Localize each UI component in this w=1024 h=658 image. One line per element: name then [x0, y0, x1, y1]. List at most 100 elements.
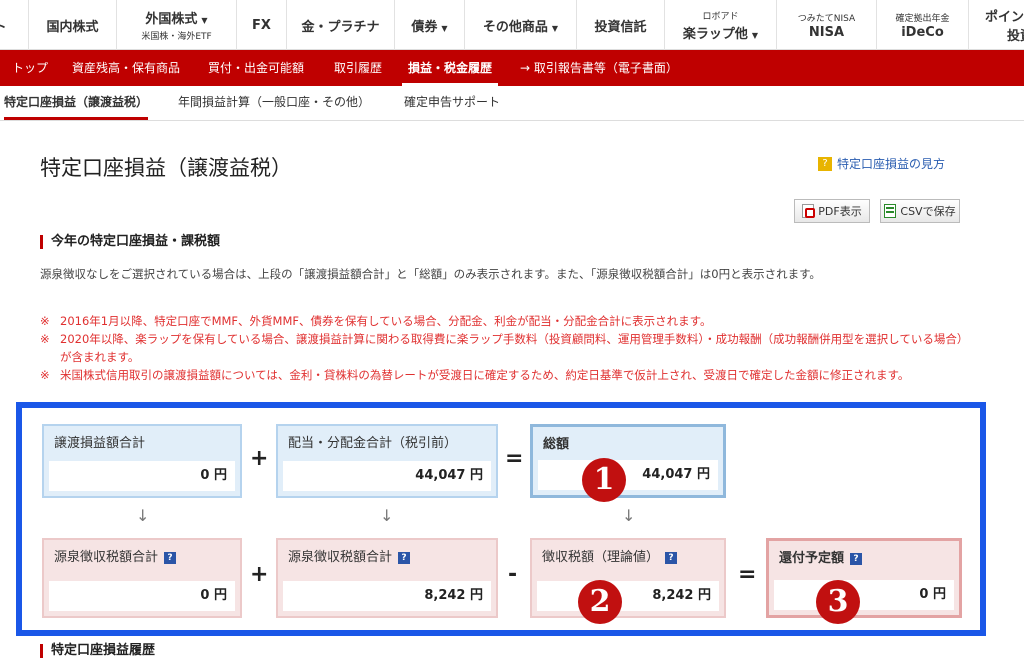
top-navigation: ト 国内株式 外国株式▼ 米国株・海外ETF FX 金・プラチナ 債券▼ その他… — [0, 0, 1024, 50]
pdf-button-label: PDF表示 — [818, 205, 862, 218]
equals-operator: = — [505, 446, 524, 471]
description-text: 源泉徴収なしをご選択されている場合は、上段の「譲渡損益額合計」と「総額」のみ表示… — [40, 267, 821, 281]
card-expected-refund: 還付予定額? 0 円 — [766, 538, 962, 618]
caret-down-icon: ▼ — [551, 23, 559, 33]
csv-button-label: CSVで保存 — [900, 205, 956, 218]
account-menu-bar: トップ 資産残高・保有商品 買付・出金可能額 取引履歴 損益・税金履歴 → 取引… — [0, 50, 1024, 86]
card-withholding-tax-total-2: 源泉徴収税額合計? 8,242 円 — [276, 538, 498, 618]
down-arrow-icon: ↓ — [622, 506, 636, 525]
nav-item-other-products[interactable]: その他商品 ▼ — [464, 0, 576, 50]
caret-down-icon: ▼ — [751, 30, 759, 40]
card-label: 総額 — [543, 437, 570, 452]
history-heading: 特定口座損益履歴 — [40, 644, 155, 658]
plus-operator: + — [250, 562, 269, 587]
caret-down-icon: ▼ — [441, 23, 448, 33]
nav-item-nisa[interactable]: つみたてNISA NISA — [776, 0, 876, 50]
nav-item-bonds[interactable]: 債券 ▼ — [394, 0, 464, 50]
card-theoretical-tax: 徴収税額（理論値）? 8,242 円 — [530, 538, 726, 618]
notes-list: ※ 2016年1月以降、特定口座でMMF、外貨MMF、債券を保有している場合、分配… — [40, 312, 965, 384]
nav-label: NISA — [808, 24, 845, 40]
card-value: 0 円 — [49, 581, 235, 611]
note-mark: ※ — [40, 332, 50, 346]
pdf-icon — [802, 204, 816, 218]
note-mark: ※ — [40, 314, 50, 328]
help-icon[interactable]: ? — [665, 552, 678, 564]
menu-item-pl-tax-history[interactable]: 損益・税金履歴 — [401, 50, 499, 86]
nav-sublabel: 投資 — [1007, 29, 1024, 44]
csv-button[interactable]: CSVで保存 — [880, 199, 960, 223]
tab-specific-account-pl[interactable]: 特定口座損益（譲渡益税） — [4, 86, 149, 120]
tab-tax-return-support[interactable]: 確定申告サポート — [404, 86, 500, 120]
card-label: 源泉徴収税額合計? — [54, 540, 177, 576]
card-value: 44,047 円 — [538, 460, 718, 490]
marker-1: 1 — [582, 458, 626, 502]
section-heading: 今年の特定口座損益・課税額 — [40, 235, 220, 249]
nav-item-domestic-stock[interactable]: 国内株式 — [28, 0, 116, 50]
csv-icon — [884, 204, 897, 218]
nav-label: ポイン — [985, 10, 1024, 25]
note-mark: ※ — [40, 368, 50, 382]
menu-item-top[interactable]: トップ — [12, 50, 48, 86]
page-title: 特定口座損益（譲渡益税） — [40, 156, 292, 180]
note-text: 2020年以降、楽ラップを保有している場合、譲渡損益計算に関わる取得費に楽ラップ… — [60, 332, 963, 364]
nav-label: 外国株式 ▼ — [145, 12, 208, 27]
card-dividends-total: 配当・分配金合計（税引前） 44,047 円 — [276, 424, 498, 498]
nav-label: 債券 ▼ — [411, 19, 448, 35]
nav-item-gold-platinum[interactable]: 金・プラチナ — [286, 0, 394, 50]
nav-toplabel: つみたてNISA — [797, 13, 856, 24]
nav-sublabel: 米国株・海外ETF — [141, 32, 212, 42]
marker-3: 3 — [816, 580, 860, 624]
card-label: 配当・分配金合計（税引前） — [288, 436, 458, 451]
help-link-label: 特定口座損益の見方 — [837, 157, 946, 171]
nav-item-points[interactable]: ポイン 投資 — [968, 0, 1024, 50]
menu-item-buying-power[interactable]: 買付・出金可能額 — [208, 50, 304, 86]
card-total-amount: 総額 44,047 円 — [530, 424, 726, 498]
plus-operator: + — [250, 446, 269, 471]
nav-item-investment-trust[interactable]: 投資信託 — [576, 0, 664, 50]
sub-tabs: 特定口座損益（譲渡益税） 年間損益計算（一般口座・その他） 確定申告サポート — [0, 86, 1024, 121]
menu-item-balance[interactable]: 資産残高・保有商品 — [72, 50, 180, 86]
nav-label: ト — [0, 16, 7, 35]
nav-label: 金・プラチナ — [301, 19, 380, 35]
nav-label: iDeCo — [901, 24, 944, 40]
note-item: ※ 2016年1月以降、特定口座でMMF、外貨MMF、債券を保有している場合、分配… — [40, 312, 965, 330]
help-icon[interactable]: ? — [850, 553, 863, 565]
down-arrow-icon: ↓ — [136, 506, 150, 525]
menu-item-trade-history[interactable]: 取引履歴 — [334, 50, 382, 86]
down-arrow-icon: ↓ — [380, 506, 394, 525]
nav-item-partial-left[interactable]: ト — [0, 0, 20, 50]
nav-label: 国内株式 — [46, 19, 99, 35]
equals-operator: = — [738, 562, 757, 587]
caret-down-icon: ▼ — [201, 16, 208, 25]
help-icon[interactable]: ? — [398, 552, 411, 564]
nav-item-robo-advisor[interactable]: ロボアド 楽ラップ他 ▼ — [664, 0, 776, 50]
menu-item-trade-reports[interactable]: → 取引報告書等（電子書面） — [520, 50, 678, 86]
summary-highlight-box: 譲渡損益額合計 0 円 + 配当・分配金合計（税引前） 44,047 円 = 総… — [16, 402, 986, 636]
tab-annual-pl[interactable]: 年間損益計算（一般口座・その他） — [178, 86, 370, 120]
card-value: 8,242 円 — [537, 581, 719, 611]
card-value: 44,047 円 — [283, 461, 491, 491]
nav-label: 投資信託 — [594, 19, 647, 35]
question-icon: ? — [818, 156, 832, 171]
nav-label: その他商品 ▼ — [482, 19, 559, 35]
nav-label: 楽ラップ他 ▼ — [682, 26, 759, 42]
help-link[interactable]: ? 特定口座損益の見方 — [818, 155, 945, 172]
nav-item-foreign-stock[interactable]: 外国株式 ▼ 米国株・海外ETF — [116, 0, 236, 50]
nav-item-fx[interactable]: FX — [236, 0, 286, 50]
pdf-button[interactable]: PDF表示 — [794, 199, 870, 223]
card-label: 源泉徴収税額合計? — [288, 540, 411, 576]
card-withholding-tax-total-1: 源泉徴収税額合計? 0 円 — [42, 538, 242, 618]
nav-item-ideco[interactable]: 確定拠出年金 iDeCo — [876, 0, 968, 50]
card-label: 還付予定額? — [779, 541, 863, 577]
minus-operator: - — [508, 562, 518, 587]
nav-toplabel: ロボアド — [702, 11, 739, 22]
note-text: 米国株式信用取引の譲渡損益額については、金利・貸株料の為替レートが受渡日に確定す… — [60, 368, 910, 382]
note-text: 2016年1月以降、特定口座でMMF、外貨MMF、債券を保有している場合、分配金… — [60, 314, 712, 328]
help-icon[interactable]: ? — [164, 552, 177, 564]
note-item: ※ 2020年以降、楽ラップを保有している場合、譲渡損益計算に関わる取得費に楽ラッ… — [40, 330, 965, 366]
card-value: 0 円 — [774, 580, 954, 610]
marker-2: 2 — [578, 580, 622, 624]
card-label: 譲渡損益額合計 — [54, 436, 146, 451]
nav-toplabel: 確定拠出年金 — [895, 13, 950, 24]
card-capital-gains-total: 譲渡損益額合計 0 円 — [42, 424, 242, 498]
